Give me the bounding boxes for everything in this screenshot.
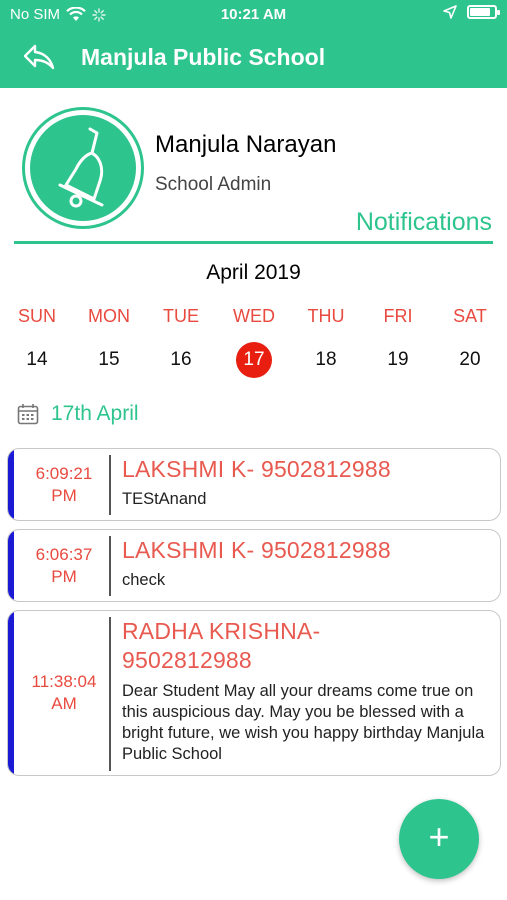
time-period: PM [51, 486, 77, 505]
back-arrow-icon [23, 44, 55, 70]
time-value: 11:38:04 [31, 672, 97, 691]
user-name: Manjula Narayan [155, 131, 337, 158]
day-sat[interactable]: SAT 20 [434, 304, 506, 378]
day-fri[interactable]: FRI 19 [362, 304, 434, 378]
day-sun[interactable]: SUN 14 [1, 304, 73, 378]
back-button[interactable] [22, 42, 56, 72]
selected-date-row: 17th April [17, 400, 139, 428]
day-mon[interactable]: MON 15 [73, 304, 145, 378]
time-value: 6:09:21 [35, 464, 93, 483]
nav-bar: Manjula Public School [0, 36, 507, 80]
status-right [443, 5, 500, 19]
notification-time: 6:09:21 PM [14, 463, 114, 507]
day-number: 15 [98, 349, 120, 370]
day-name: SUN [17, 306, 56, 326]
card-separator [109, 617, 111, 771]
avatar-circle [30, 115, 136, 221]
day-name: TUE [163, 306, 199, 326]
day-number: 16 [170, 349, 192, 370]
location-arrow-icon [443, 5, 457, 19]
notification-message: check [122, 571, 166, 589]
bell-icon [58, 127, 104, 208]
notification-sender: LAKSHMI K- 9502812988 [122, 456, 391, 482]
day-number: 14 [26, 349, 48, 370]
notification-card[interactable]: 6:09:21 PM LAKSHMI K- 9502812988 TEStAna… [7, 448, 501, 521]
day-number: 18 [315, 349, 337, 370]
divider [14, 241, 493, 244]
calendar-icon [17, 404, 39, 425]
day-thu[interactable]: THU 18 [290, 304, 362, 378]
card-separator [109, 455, 111, 515]
user-role: School Admin [155, 174, 272, 195]
battery-fill [470, 8, 490, 16]
day-name: FRI [383, 306, 413, 326]
day-name: THU [307, 306, 345, 326]
plus-icon: + [428, 816, 450, 857]
day-number: 20 [459, 349, 481, 370]
notification-sender: RADHA KRISHNA- 9502812988 [122, 618, 321, 673]
app-header: No SIM 10:21 AM Manjula Public School [0, 0, 507, 88]
notification-message: Dear Student May all your dreams come tr… [122, 682, 485, 763]
day-number-selected: 17 [236, 342, 272, 378]
add-notification-button[interactable]: + [399, 799, 479, 879]
status-time: 10:21 AM [220, 6, 287, 23]
time-period: AM [51, 694, 77, 713]
notification-sender: LAKSHMI K- 9502812988 [122, 537, 391, 563]
header-title: Manjula Public School [81, 44, 326, 70]
time-period: PM [51, 567, 77, 586]
card-separator [109, 536, 111, 596]
section-title: Notifications [355, 208, 492, 236]
time-value: 6:06:37 [35, 545, 93, 564]
notification-time: 11:38:04 AM [14, 671, 114, 715]
status-bar: No SIM 10:21 AM [0, 0, 507, 30]
day-wed[interactable]: WED 17 [218, 304, 290, 378]
month-label: April 2019 [206, 261, 301, 284]
avatar [22, 107, 144, 229]
day-number: 19 [387, 349, 409, 370]
week-strip: SUN 14 MON 15 TUE 16 WED 17 THU 18 FRI 1… [0, 304, 507, 378]
selected-date-label: 17th April [51, 402, 139, 425]
notification-card[interactable]: 6:06:37 PM LAKSHMI K- 9502812988 check [7, 529, 501, 602]
day-name: SAT [453, 306, 487, 326]
notification-message: TEStAnand [122, 490, 207, 508]
day-name: MON [88, 306, 130, 326]
notification-card[interactable]: 11:38:04 AM RADHA KRISHNA- 9502812988 De… [7, 610, 501, 776]
battery-icon [467, 5, 500, 19]
day-tue[interactable]: TUE 16 [145, 304, 217, 378]
day-name: WED [233, 306, 275, 326]
notification-time: 6:06:37 PM [14, 544, 114, 588]
